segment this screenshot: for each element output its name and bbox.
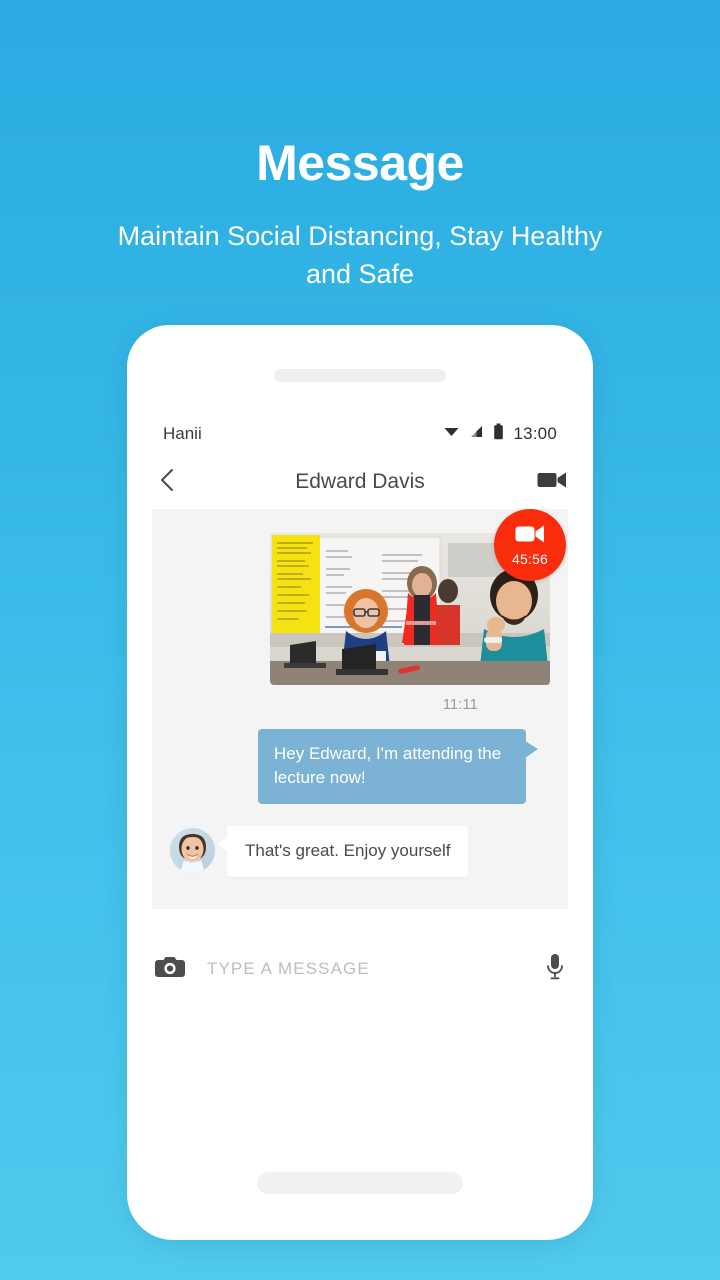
avatar[interactable]: [170, 828, 215, 874]
video-camera-icon: [515, 524, 545, 549]
status-icons: 13:00: [443, 423, 557, 445]
incoming-message-bubble[interactable]: That's great. Enjoy yourself: [216, 826, 469, 878]
page-subtitle: Maintain Social Distancing, Stay Healthy…: [117, 221, 603, 290]
page-title: Message: [256, 135, 464, 191]
video-call-duration-badge[interactable]: 45:56: [494, 509, 566, 581]
chevron-left-icon: [157, 467, 179, 498]
message-timestamp: 11:11: [442, 696, 478, 713]
phone-mockup: Hanii 13:00 Edward Davis 45:56 11:11 Hey…: [127, 325, 593, 1240]
camera-icon: [155, 955, 185, 984]
video-call-button[interactable]: [535, 465, 569, 499]
back-button[interactable]: [151, 465, 185, 499]
microphone-button[interactable]: [545, 953, 565, 986]
battery-icon: [493, 423, 504, 445]
contact-name-title: Edward Davis: [295, 470, 425, 493]
message-row-incoming: That's great. Enjoy yourself: [152, 826, 568, 878]
media-message[interactable]: 45:56: [270, 509, 566, 685]
microphone-icon: [545, 953, 565, 986]
home-indicator[interactable]: [257, 1172, 463, 1194]
message-row-media: 45:56: [152, 509, 568, 685]
camera-button[interactable]: [155, 955, 185, 984]
carrier-label: Hanii: [163, 424, 202, 443]
app-header: Edward Davis: [127, 455, 593, 509]
status-clock: 13:00: [513, 424, 557, 443]
message-row-outgoing: Hey Edward, I'm attending the lecture no…: [152, 713, 568, 805]
status-bar: Hanii 13:00: [127, 413, 593, 455]
video-camera-icon: [537, 469, 567, 496]
cellular-signal-icon: [469, 424, 484, 444]
call-duration-label: 45:56: [511, 550, 549, 567]
message-input[interactable]: [185, 959, 545, 979]
outgoing-message-bubble[interactable]: Hey Edward, I'm attending the lecture no…: [258, 729, 538, 805]
message-composer: [127, 939, 593, 999]
chat-thread[interactable]: 45:56 11:11 Hey Edward, I'm attending th…: [152, 509, 568, 909]
promo-header: Message Maintain Social Distancing, Stay…: [0, 0, 720, 294]
wifi-icon: [443, 423, 460, 445]
speaker-grille: [274, 369, 446, 382]
